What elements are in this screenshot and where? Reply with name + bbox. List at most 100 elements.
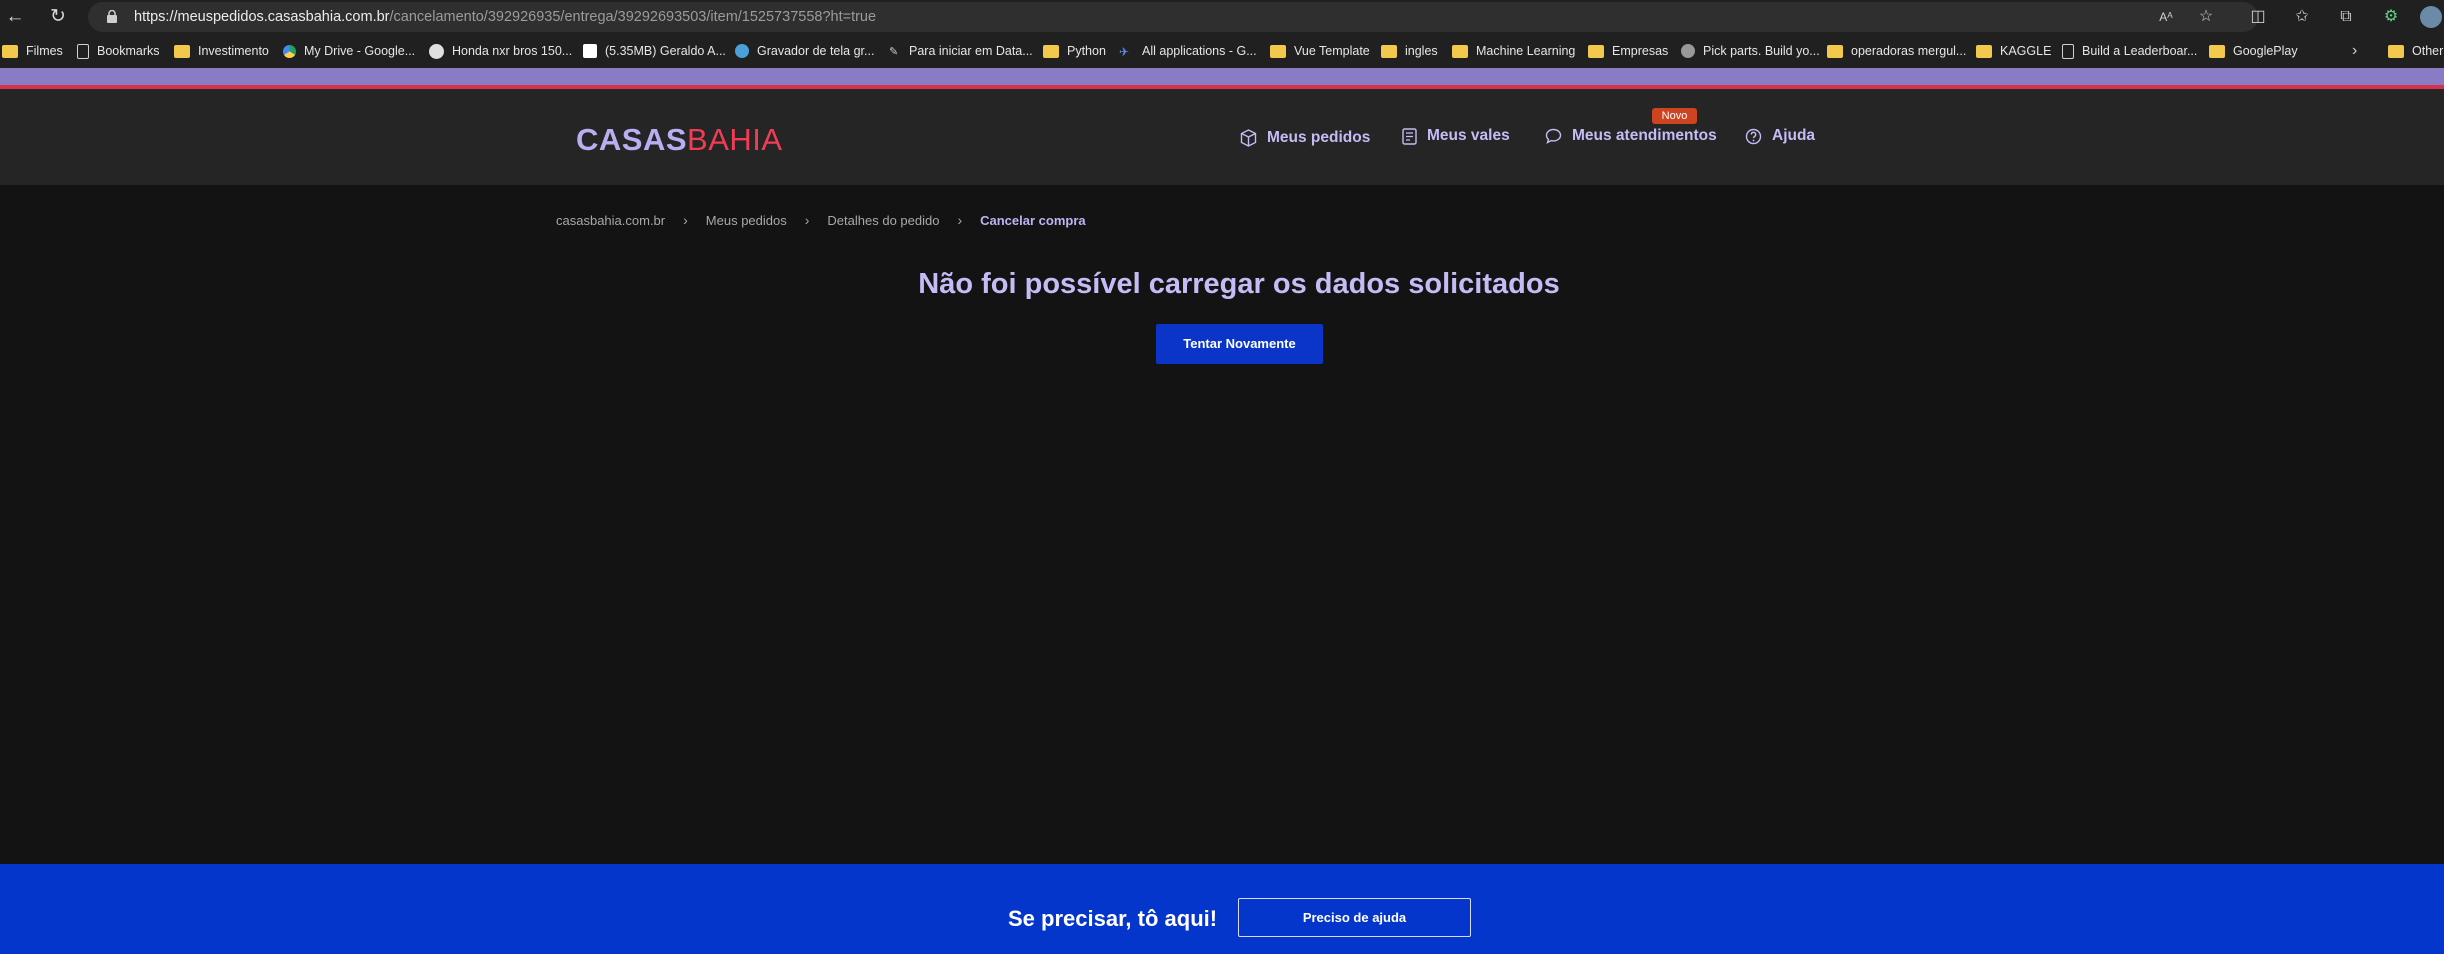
page-icon	[2062, 43, 2074, 59]
bookmark-item[interactable]: operadoras mergul...	[1827, 42, 1966, 60]
split-screen-icon[interactable]: ◫	[2246, 5, 2270, 29]
site-header: CASASBAHIA Meus pedidos Meus vales Meus …	[0, 89, 2444, 185]
help-band: Se precisar, tô aqui! Preciso de ajuda	[0, 864, 2444, 954]
bookmark-item[interactable]: GooglePlay	[2209, 42, 2298, 60]
folder-icon	[174, 44, 190, 58]
voucher-icon	[1402, 127, 1417, 145]
box-icon	[1240, 129, 1257, 147]
folder-icon	[1043, 44, 1059, 58]
bookmark-item[interactable]: Empresas	[1588, 42, 1668, 60]
chevron-right-icon: ›	[804, 212, 810, 228]
chevron-right-icon[interactable]: ›	[2352, 42, 2357, 60]
bookmark-item[interactable]: Bookmarks	[77, 42, 160, 60]
bookmark-item[interactable]: Other	[2388, 42, 2443, 60]
browser-toolbar: ← ↻ https://meuspedidos.casasbahia.com.b…	[0, 0, 2444, 34]
bookmark-item[interactable]: (5.35MB) Geraldo A...	[583, 42, 726, 60]
bookmark-label: Pick parts. Build yo...	[1703, 44, 1820, 58]
bookmark-item[interactable]: KAGGLE	[1976, 42, 2051, 60]
favorite-star-icon[interactable]: ☆	[2194, 5, 2218, 29]
bookmark-label: GooglePlay	[2233, 44, 2298, 58]
reload-icon[interactable]: ↻	[45, 4, 71, 30]
logo-bahia: BAHIA	[687, 122, 783, 157]
bookmark-label: Machine Learning	[1476, 44, 1576, 58]
nav-label: Ajuda	[1772, 127, 1816, 144]
help-button[interactable]: Preciso de ajuda	[1238, 898, 1471, 937]
bookmark-item[interactable]: ✈ All applications - G...	[1119, 42, 1257, 60]
bookmark-item[interactable]: Machine Learning	[1452, 42, 1575, 60]
site-icon	[735, 44, 749, 58]
bookmark-item[interactable]: Filmes	[2, 42, 63, 60]
folder-icon	[1588, 44, 1604, 58]
folder-icon	[1827, 44, 1843, 58]
accent-strip	[0, 68, 2444, 85]
retry-button[interactable]: Tentar Novamente	[1156, 324, 1323, 364]
nav-meus-vales[interactable]: Meus vales	[1402, 127, 1510, 145]
bookmark-label: Para iniciar em Data...	[909, 44, 1033, 58]
nav-label: Meus atendimentos	[1572, 127, 1717, 144]
bookmark-label: (5.35MB) Geraldo A...	[605, 44, 726, 58]
nav-ajuda[interactable]: Ajuda	[1745, 127, 1815, 145]
breadcrumb: casasbahia.com.br › Meus pedidos › Detal…	[556, 212, 1086, 228]
bookmark-label: KAGGLE	[2000, 44, 2052, 58]
bookmark-item[interactable]: Investimento	[174, 42, 269, 60]
bookmark-item[interactable]: ingles	[1381, 42, 1438, 60]
bookmark-item[interactable]: Gravador de tela gr...	[735, 42, 874, 60]
chevron-right-icon: ›	[957, 212, 963, 228]
folder-icon	[2, 44, 18, 58]
address-bar[interactable]: https://meuspedidos.casasbahia.com.br/ca…	[88, 2, 2258, 32]
bookmark-label: Empresas	[1612, 44, 1669, 58]
bookmark-label: Build a Leaderboar...	[2082, 44, 2198, 58]
back-icon[interactable]: ←	[2, 4, 28, 30]
bookmark-label: Other	[2412, 44, 2444, 58]
bookmark-item[interactable]: Pick parts. Build yo...	[1681, 42, 1820, 60]
profile-avatar[interactable]	[2420, 5, 2444, 29]
bookmark-item[interactable]: Vue Template	[1270, 42, 1370, 60]
bookmark-item[interactable]: Python	[1043, 42, 1106, 60]
nav-label: Meus pedidos	[1267, 129, 1371, 146]
drive-icon	[283, 44, 296, 58]
lock-icon	[107, 10, 117, 23]
bookmark-item[interactable]: ✎ Para iniciar em Data...	[889, 42, 1033, 60]
url-path: /cancelamento/392926935/entrega/39292693…	[389, 9, 877, 25]
bookmark-item[interactable]: Honda nxr bros 150...	[429, 42, 572, 60]
bookmark-item[interactable]: My Drive - Google...	[283, 42, 415, 60]
novo-badge: Novo	[1652, 108, 1697, 124]
site-icon	[583, 44, 597, 58]
bookmark-label: Gravador de tela gr...	[757, 44, 875, 58]
bookmark-label: All applications - G...	[1142, 44, 1257, 58]
bookmark-label: ingles	[1405, 44, 1438, 58]
folder-icon	[1452, 44, 1468, 58]
bookmark-label: Filmes	[26, 44, 63, 58]
breadcrumb-current: Cancelar compra	[980, 212, 1086, 228]
help-circle-icon	[1745, 128, 1762, 144]
breadcrumb-detalhes-pedido[interactable]: Detalhes do pedido	[827, 213, 939, 228]
extension-icon[interactable]: ⚙	[2379, 5, 2403, 29]
nav-meus-atendimentos[interactable]: Meus atendimentos	[1545, 127, 1717, 145]
bookmark-label: My Drive - Google...	[304, 44, 416, 58]
collections-icon[interactable]: ⧉	[2334, 5, 2358, 29]
error-title: Não foi possível carregar os dados solic…	[918, 268, 1560, 300]
help-text: Se precisar, tô aqui!	[1008, 906, 1218, 931]
favorites-icon[interactable]: ✩	[2290, 5, 2314, 29]
read-aloud-icon[interactable]: Aᴬ	[2154, 5, 2178, 29]
bookmark-label: Bookmarks	[97, 44, 160, 58]
folder-icon	[1270, 44, 1286, 58]
site-icon: ✎	[889, 45, 899, 58]
folder-icon	[2388, 44, 2404, 58]
site-icon	[429, 43, 444, 59]
bookmarks-bar: Filmes Bookmarks Investimento My Drive -…	[0, 34, 2444, 68]
bookmark-label: Vue Template	[1294, 44, 1370, 58]
bookmark-item[interactable]: Build a Leaderboar...	[2062, 42, 2197, 60]
bookmark-label: operadoras mergul...	[1851, 44, 1967, 58]
nav-meus-pedidos[interactable]: Meus pedidos	[1240, 129, 1370, 147]
folder-icon	[1976, 44, 1992, 58]
bookmark-label: Investimento	[198, 44, 269, 58]
breadcrumb-meus-pedidos[interactable]: Meus pedidos	[706, 213, 787, 228]
page-icon	[77, 43, 89, 59]
bookmark-label: Honda nxr bros 150...	[452, 44, 573, 58]
breadcrumb-home[interactable]: casasbahia.com.br	[556, 213, 665, 228]
logo-casas: CASAS	[576, 122, 688, 157]
chevron-right-icon: ›	[683, 212, 688, 228]
casasbahia-logo[interactable]: CASASBAHIA	[576, 122, 783, 158]
site-icon	[1681, 44, 1695, 58]
